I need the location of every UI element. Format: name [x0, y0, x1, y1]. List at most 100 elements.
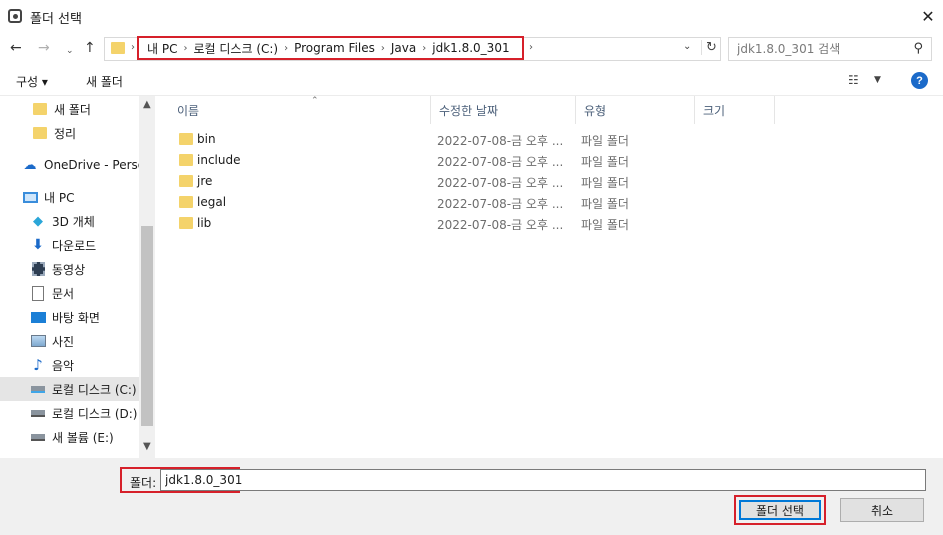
- sidebar-item-documents[interactable]: 문서: [0, 281, 139, 305]
- address-bar[interactable]: › 내 PC › 로컬 디스크 (C:) › Program Files › J…: [104, 36, 721, 61]
- sidebar-item-c-drive[interactable]: 로컬 디스크 (C:): [0, 377, 139, 401]
- table-row[interactable]: jre 2022-07-08-금 오후 ... 파일 폴더: [173, 171, 653, 192]
- folder-icon: [179, 133, 193, 145]
- sidebar-item-new-folder[interactable]: 새 폴더: [0, 97, 139, 121]
- table-row[interactable]: include 2022-07-08-금 오후 ... 파일 폴더: [173, 150, 653, 171]
- pc-icon: [22, 189, 38, 205]
- sidebar-item-pictures[interactable]: 사진: [0, 329, 139, 353]
- sidebar-item-this-pc[interactable]: 내 PC: [0, 185, 139, 209]
- file-name: bin: [197, 132, 216, 146]
- file-modified: 2022-07-08-금 오후 ...: [437, 155, 564, 169]
- folder-name-input[interactable]: [160, 469, 926, 491]
- column-header-size[interactable]: 크기: [695, 96, 775, 124]
- select-folder-button[interactable]: 폴더 선택: [739, 500, 821, 520]
- sort-ascending-icon: ⌃: [311, 96, 319, 106]
- search-icon[interactable]: ⚲: [913, 41, 923, 56]
- download-icon: ⬇: [32, 237, 44, 253]
- chevron-right-icon[interactable]: ›: [284, 43, 288, 54]
- dialog-footer: 폴더: 폴더 선택 취소: [0, 458, 943, 535]
- help-icon[interactable]: ?: [911, 72, 928, 89]
- table-row[interactable]: lib 2022-07-08-금 오후 ... 파일 폴더: [173, 213, 653, 234]
- navigation-scrollbar[interactable]: ▲ ▼: [139, 96, 155, 458]
- table-row[interactable]: legal 2022-07-08-금 오후 ... 파일 폴더: [173, 192, 653, 213]
- file-modified: 2022-07-08-금 오후 ...: [437, 218, 564, 232]
- table-row[interactable]: bin 2022-07-08-금 오후 ... 파일 폴더: [173, 129, 653, 150]
- sidebar-item-music[interactable]: ♪ 음악: [0, 353, 139, 377]
- drive-icon: [30, 405, 46, 421]
- sidebar-item-onedrive[interactable]: ☁ OneDrive - Personal: [0, 153, 140, 177]
- breadcrumb-item-c-drive[interactable]: 로컬 디스크 (C:): [193, 40, 278, 57]
- new-folder-button[interactable]: 새 폴더: [86, 73, 123, 90]
- drive-icon: [30, 381, 46, 397]
- sidebar-item-videos[interactable]: 동영상: [0, 257, 139, 281]
- chevron-right-icon[interactable]: ›: [381, 43, 385, 54]
- scroll-down-icon[interactable]: ▼: [143, 441, 151, 452]
- file-type: 파일 폴더: [581, 197, 629, 211]
- file-modified: 2022-07-08-금 오후 ...: [437, 197, 564, 211]
- drive-icon: [30, 429, 46, 445]
- file-modified: 2022-07-08-금 오후 ...: [437, 176, 564, 190]
- folder-icon: [179, 196, 193, 208]
- column-header-name[interactable]: 이름 ⌃: [169, 96, 431, 124]
- back-icon[interactable]: ←: [10, 40, 22, 56]
- chevron-right-icon[interactable]: ›: [422, 43, 426, 54]
- view-options-icon[interactable]: ☷: [848, 73, 859, 87]
- breadcrumb-item-java[interactable]: Java: [391, 41, 416, 55]
- file-type: 파일 폴더: [581, 218, 629, 232]
- folder-icon: [32, 125, 48, 141]
- scrollbar-thumb[interactable]: [141, 226, 153, 426]
- cube-icon: ◆: [33, 213, 43, 229]
- folder-icon: [179, 217, 193, 229]
- file-name: legal: [197, 195, 227, 209]
- breadcrumb-item-program-files[interactable]: Program Files: [294, 41, 375, 55]
- scroll-up-icon[interactable]: ▲: [143, 99, 151, 110]
- column-header-type[interactable]: 유형: [576, 96, 695, 124]
- breadcrumb: 내 PC › 로컬 디스크 (C:) › Program Files › Jav…: [137, 36, 524, 60]
- toolbar: 구성 ▾ 새 폴더 ☷ ▼ ?: [0, 66, 943, 96]
- video-icon: [30, 261, 46, 277]
- sidebar-item-d-drive[interactable]: 로컬 디스크 (D:): [0, 401, 139, 425]
- column-header-modified[interactable]: 수정한 날짜: [431, 96, 576, 124]
- desktop-icon: [30, 309, 46, 325]
- sidebar-item-3d-objects[interactable]: ◆ 3D 개체: [0, 209, 139, 233]
- music-icon: ♪: [33, 356, 43, 374]
- breadcrumb-item-pc[interactable]: 내 PC: [147, 40, 177, 57]
- window-title: 폴더 선택: [30, 12, 82, 27]
- recent-locations-icon[interactable]: ⌄: [66, 43, 74, 59]
- app-icon: [8, 9, 22, 23]
- sidebar-item-organize[interactable]: 정리: [0, 121, 139, 145]
- folder-icon: [179, 175, 193, 187]
- picture-icon: [30, 333, 46, 349]
- up-icon[interactable]: ↑: [84, 40, 96, 56]
- refresh-icon[interactable]: ↻: [701, 40, 717, 55]
- title-bar: 폴더 선택 ✕: [0, 0, 943, 32]
- address-row: ← → ⌄ ↑ › 내 PC › 로컬 디스크 (C:) › Program F…: [0, 32, 943, 66]
- file-name: include: [197, 153, 241, 167]
- sidebar-item-downloads[interactable]: ⬇ 다운로드: [0, 233, 139, 257]
- chevron-down-icon[interactable]: ⌄: [683, 41, 691, 52]
- chevron-right-icon[interactable]: ›: [529, 42, 533, 53]
- chevron-right-icon[interactable]: ›: [131, 42, 135, 53]
- file-name: jre: [197, 174, 213, 188]
- close-icon[interactable]: ✕: [913, 0, 943, 32]
- organize-button[interactable]: 구성 ▾: [16, 73, 48, 90]
- file-type: 파일 폴더: [581, 134, 629, 148]
- cancel-button[interactable]: 취소: [840, 498, 924, 522]
- folder-icon: [111, 42, 125, 54]
- file-type: 파일 폴더: [581, 176, 629, 190]
- breadcrumb-item-jdk[interactable]: jdk1.8.0_301: [432, 41, 509, 55]
- file-name: lib: [197, 216, 212, 230]
- navigation-pane: 새 폴더 정리 ☁ OneDrive - Personal 내 PC ◆ 3D …: [0, 96, 155, 458]
- select-button-highlight: 폴더 선택: [734, 495, 826, 525]
- folder-icon: [32, 101, 48, 117]
- chevron-right-icon[interactable]: ›: [183, 43, 187, 54]
- document-icon: [30, 285, 46, 301]
- cloud-icon: ☁: [23, 157, 37, 173]
- forward-icon[interactable]: →: [38, 40, 50, 56]
- folder-label: 폴더:: [130, 476, 157, 490]
- sidebar-item-e-drive[interactable]: 새 볼륨 (E:): [0, 425, 139, 449]
- search-input[interactable]: [729, 38, 905, 60]
- sidebar-item-desktop[interactable]: 바탕 화면: [0, 305, 139, 329]
- chevron-down-icon[interactable]: ▼: [874, 75, 881, 85]
- file-type: 파일 폴더: [581, 155, 629, 169]
